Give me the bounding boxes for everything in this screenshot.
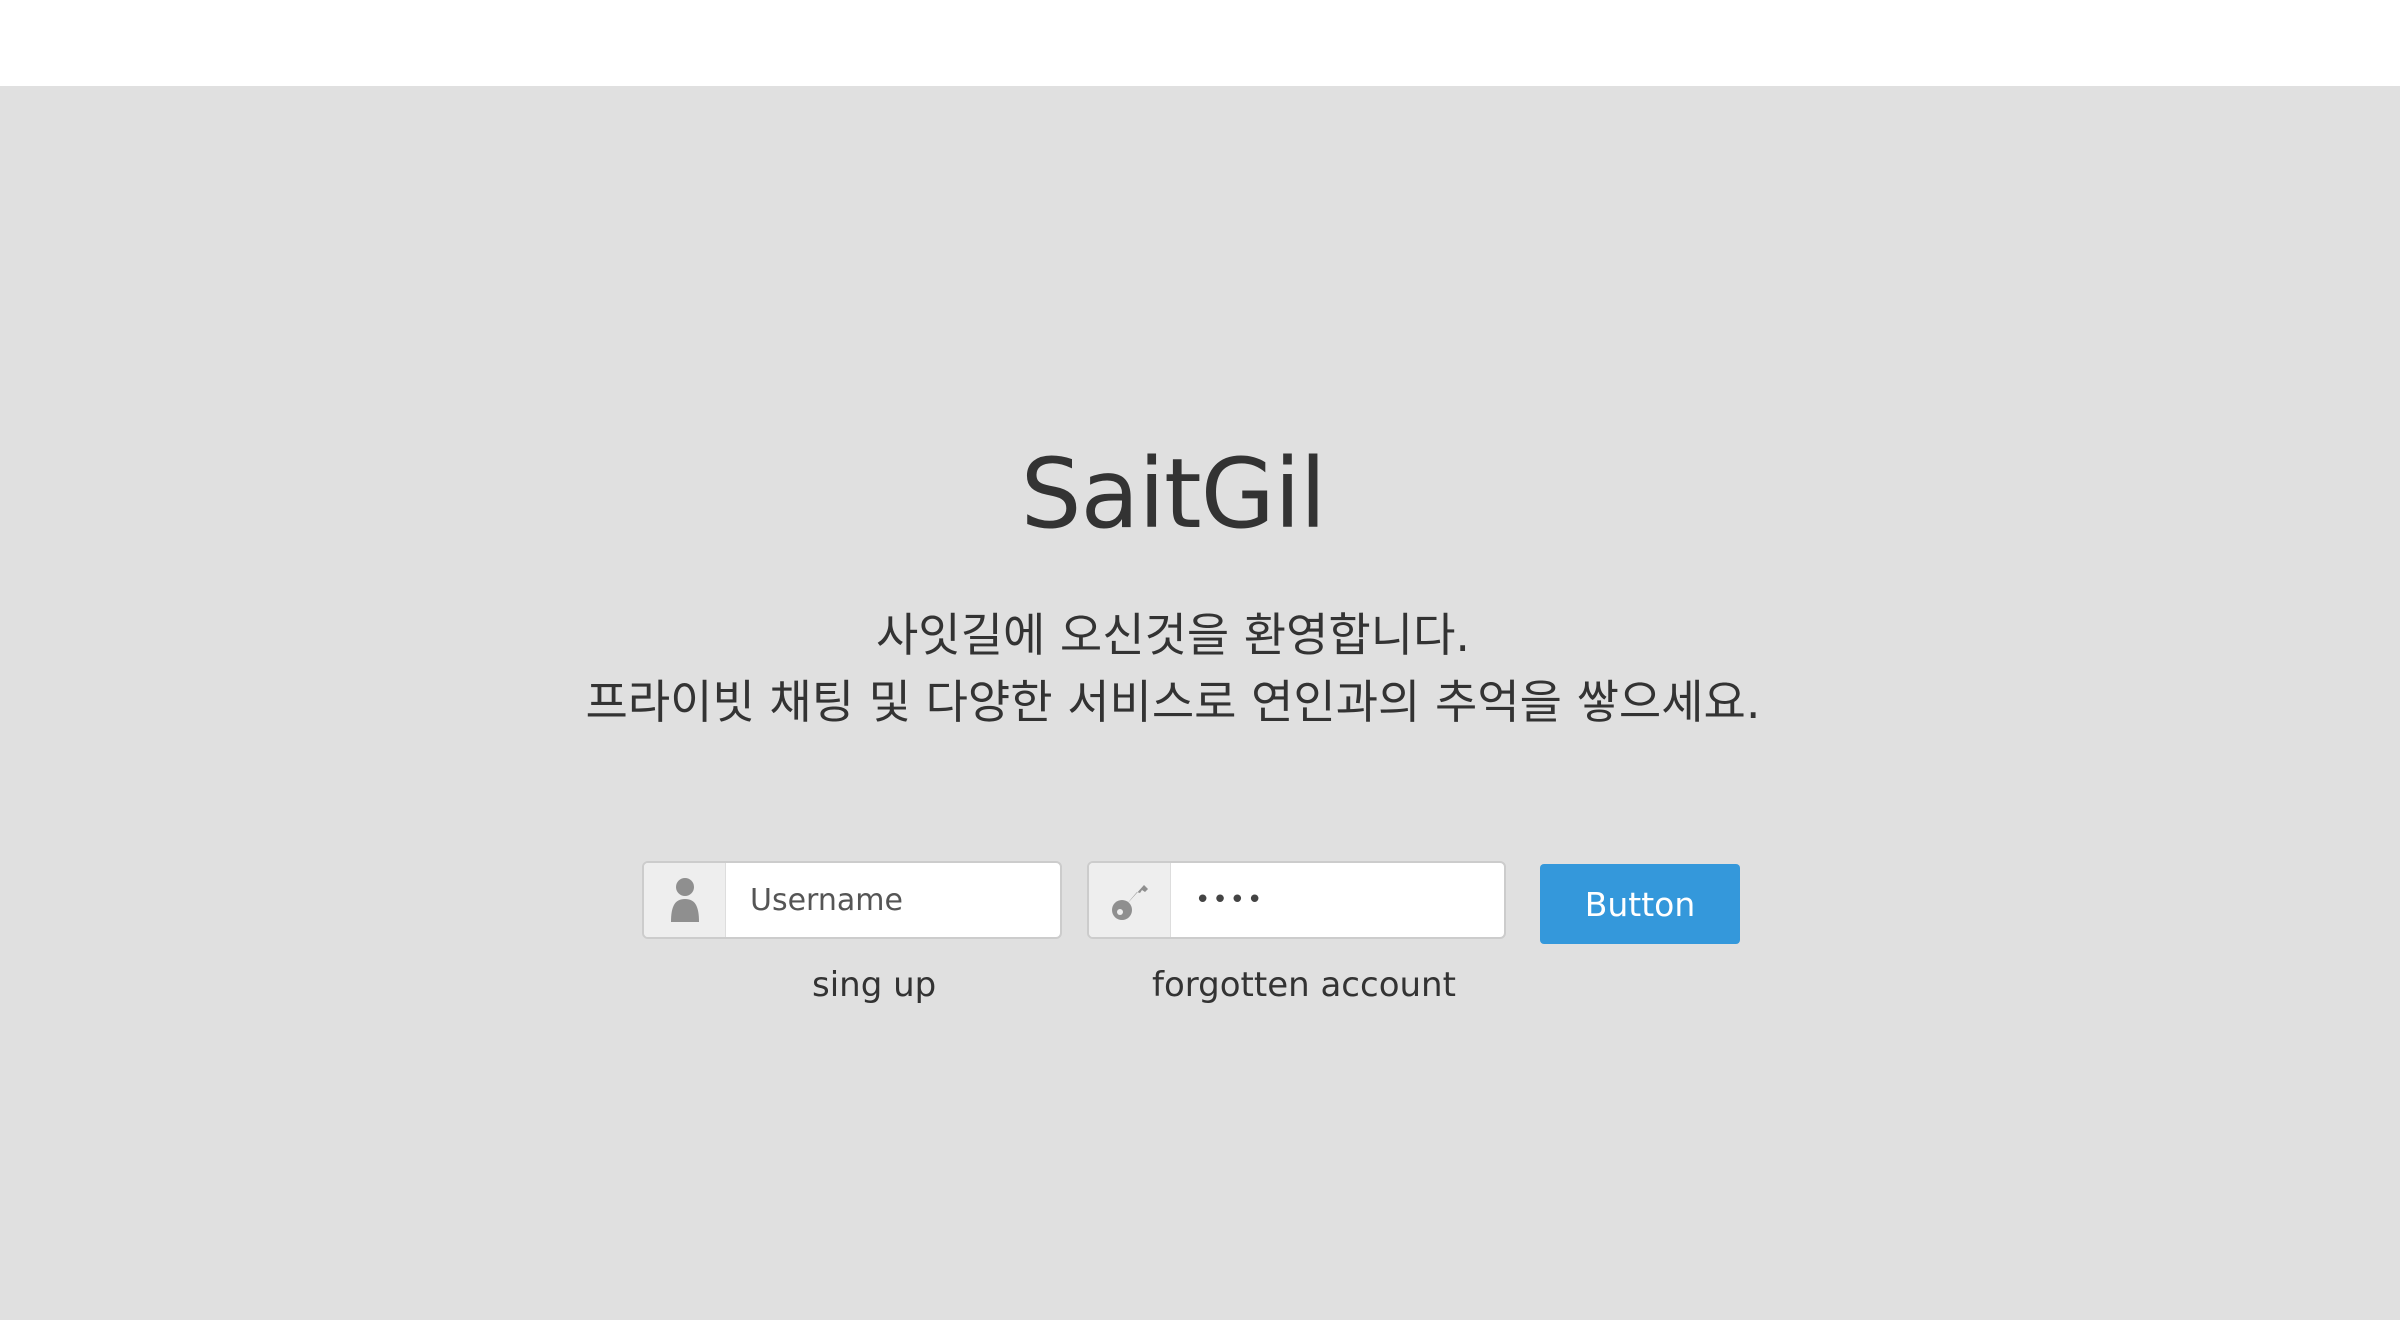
password-input[interactable] [1171, 863, 1504, 937]
welcome-line-1: 사잇길에 오신것을 환영합니다. [875, 608, 1471, 662]
username-field [642, 861, 1062, 939]
top-bar [0, 0, 2400, 86]
welcome-line-2: 프라이빗 채팅 및 다양한 서비스로 연인과의 추억을 쌓으세요. [585, 675, 1761, 729]
brand-title: SaitGil [1020, 438, 1327, 550]
sign-up-link[interactable]: sing up [812, 968, 936, 1002]
login-button[interactable]: Button [1540, 864, 1740, 944]
username-input[interactable] [726, 863, 1060, 937]
password-field [1087, 861, 1506, 939]
forgotten-account-link[interactable]: forgotten account [1152, 968, 1456, 1002]
key-icon [1089, 863, 1171, 937]
user-icon [644, 863, 726, 937]
